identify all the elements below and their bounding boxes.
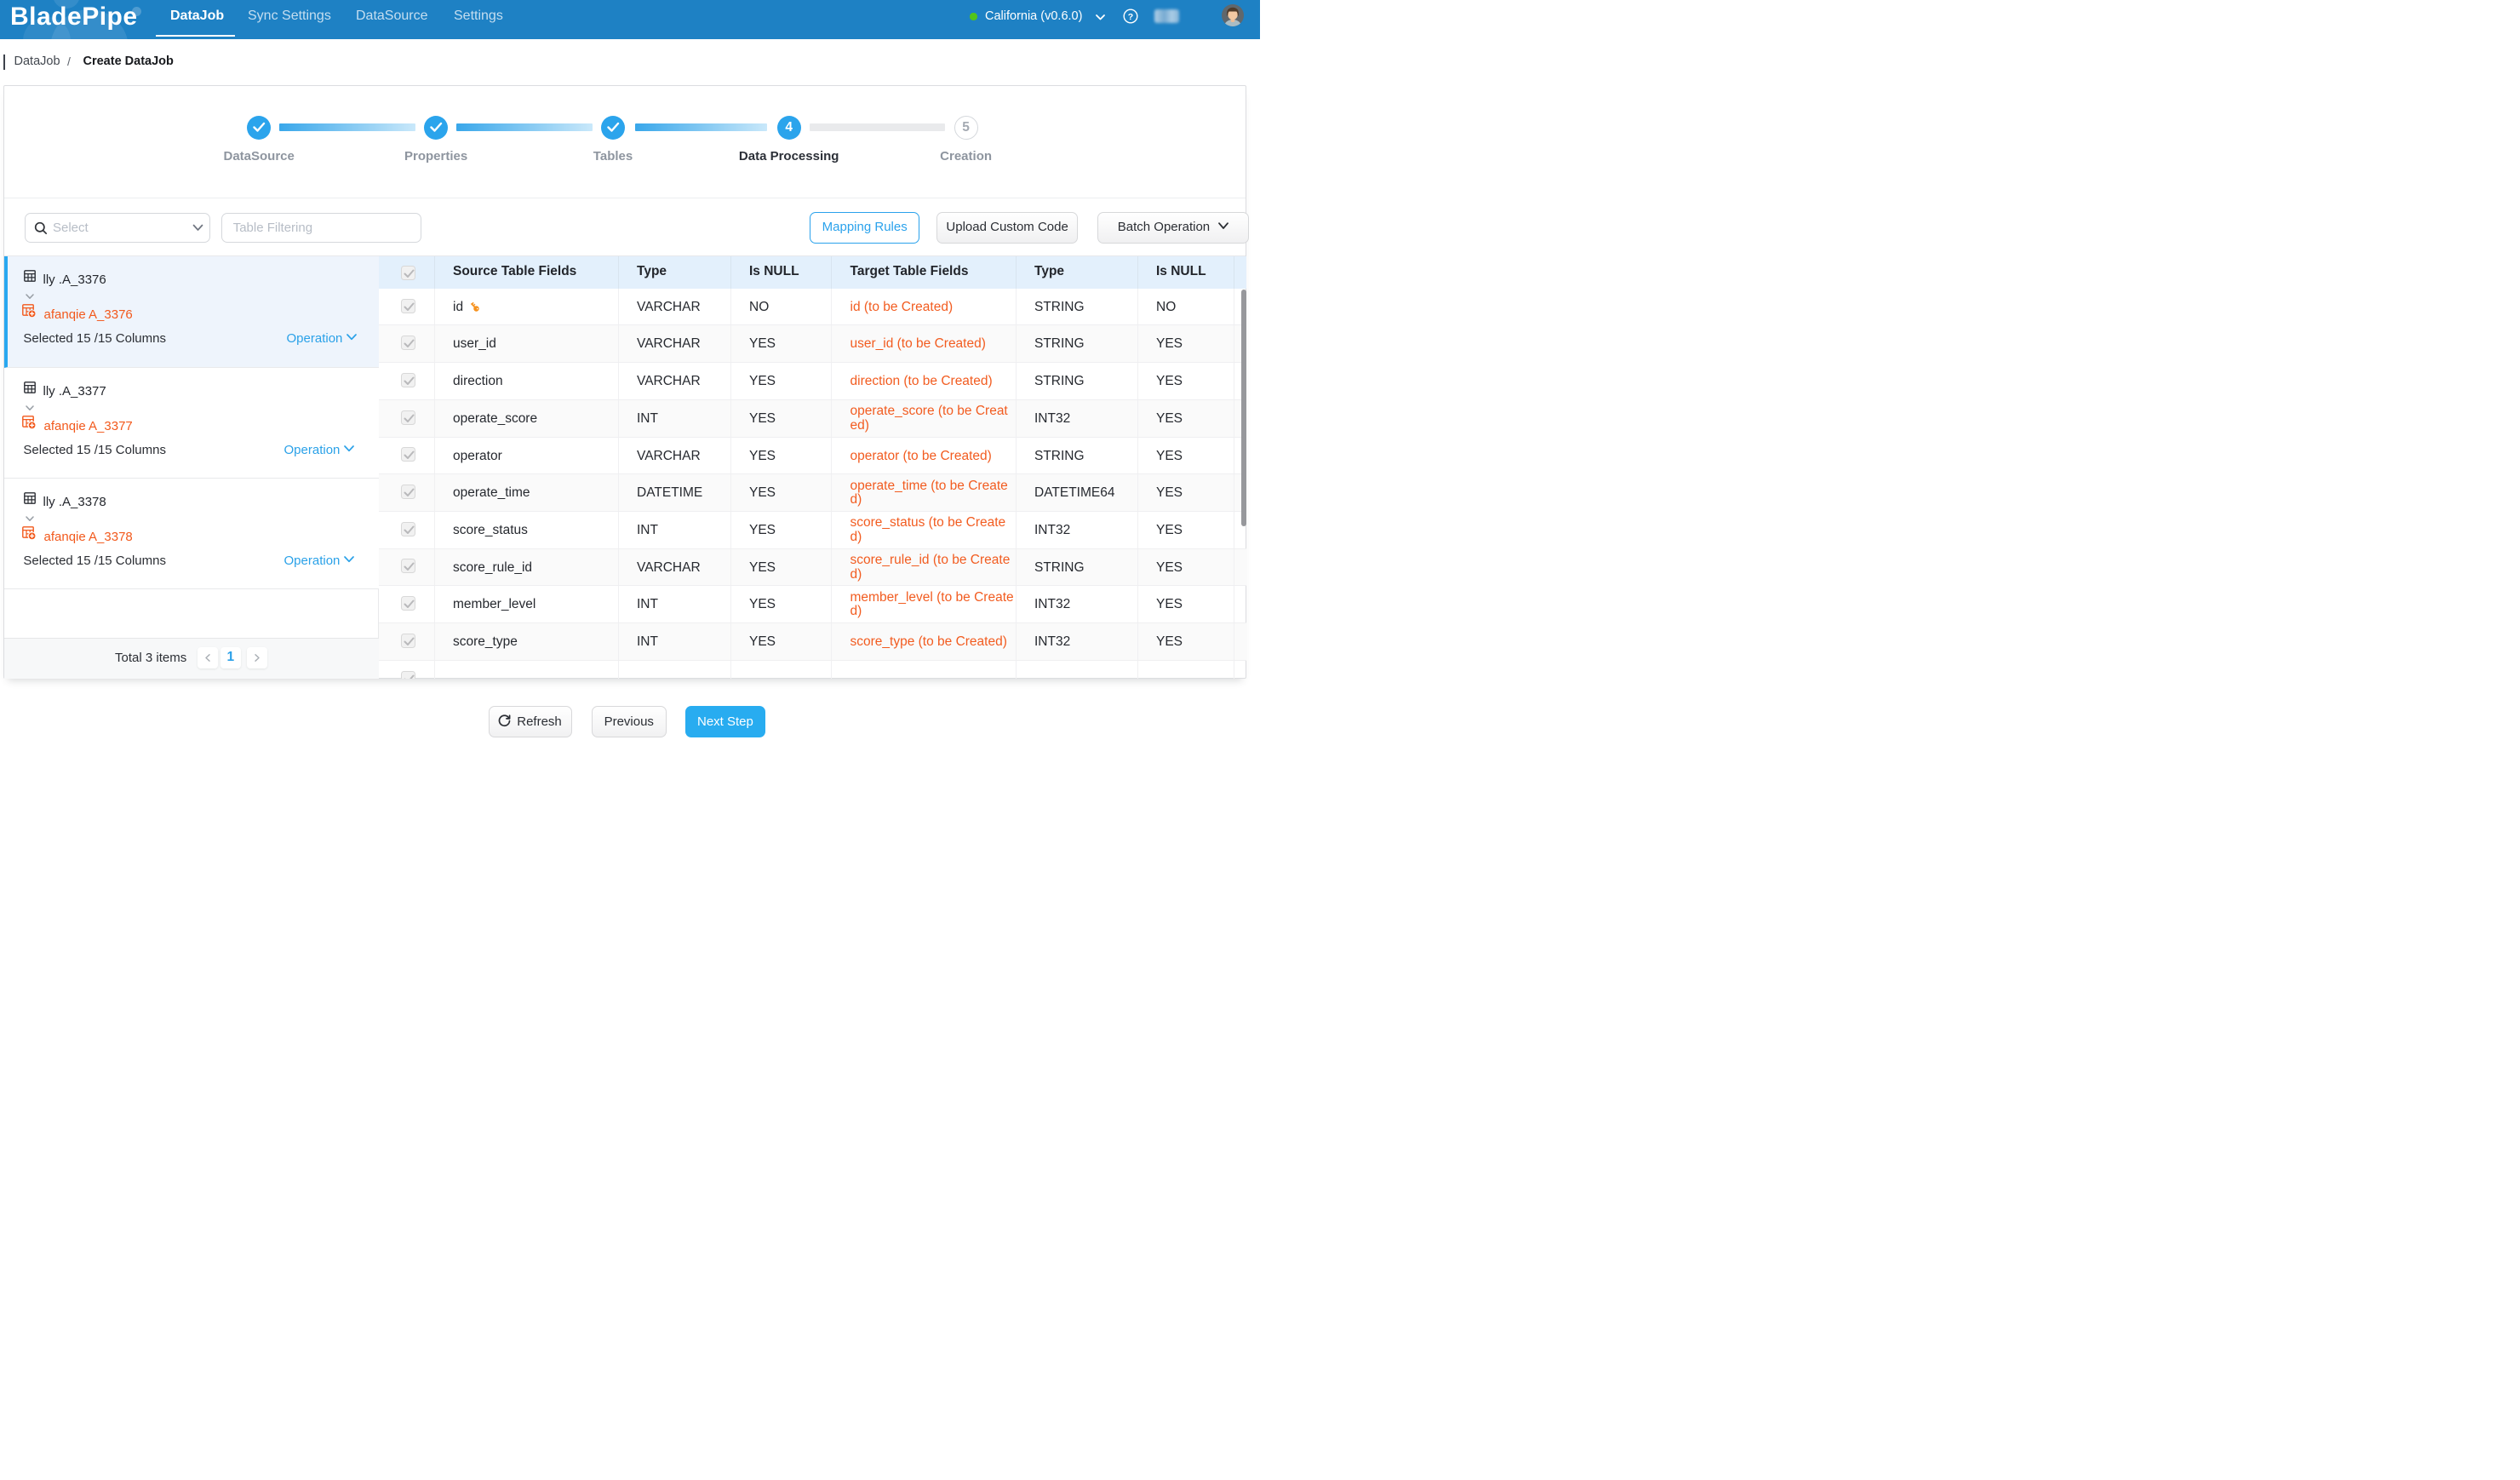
svg-text:?: ?	[1128, 12, 1133, 22]
